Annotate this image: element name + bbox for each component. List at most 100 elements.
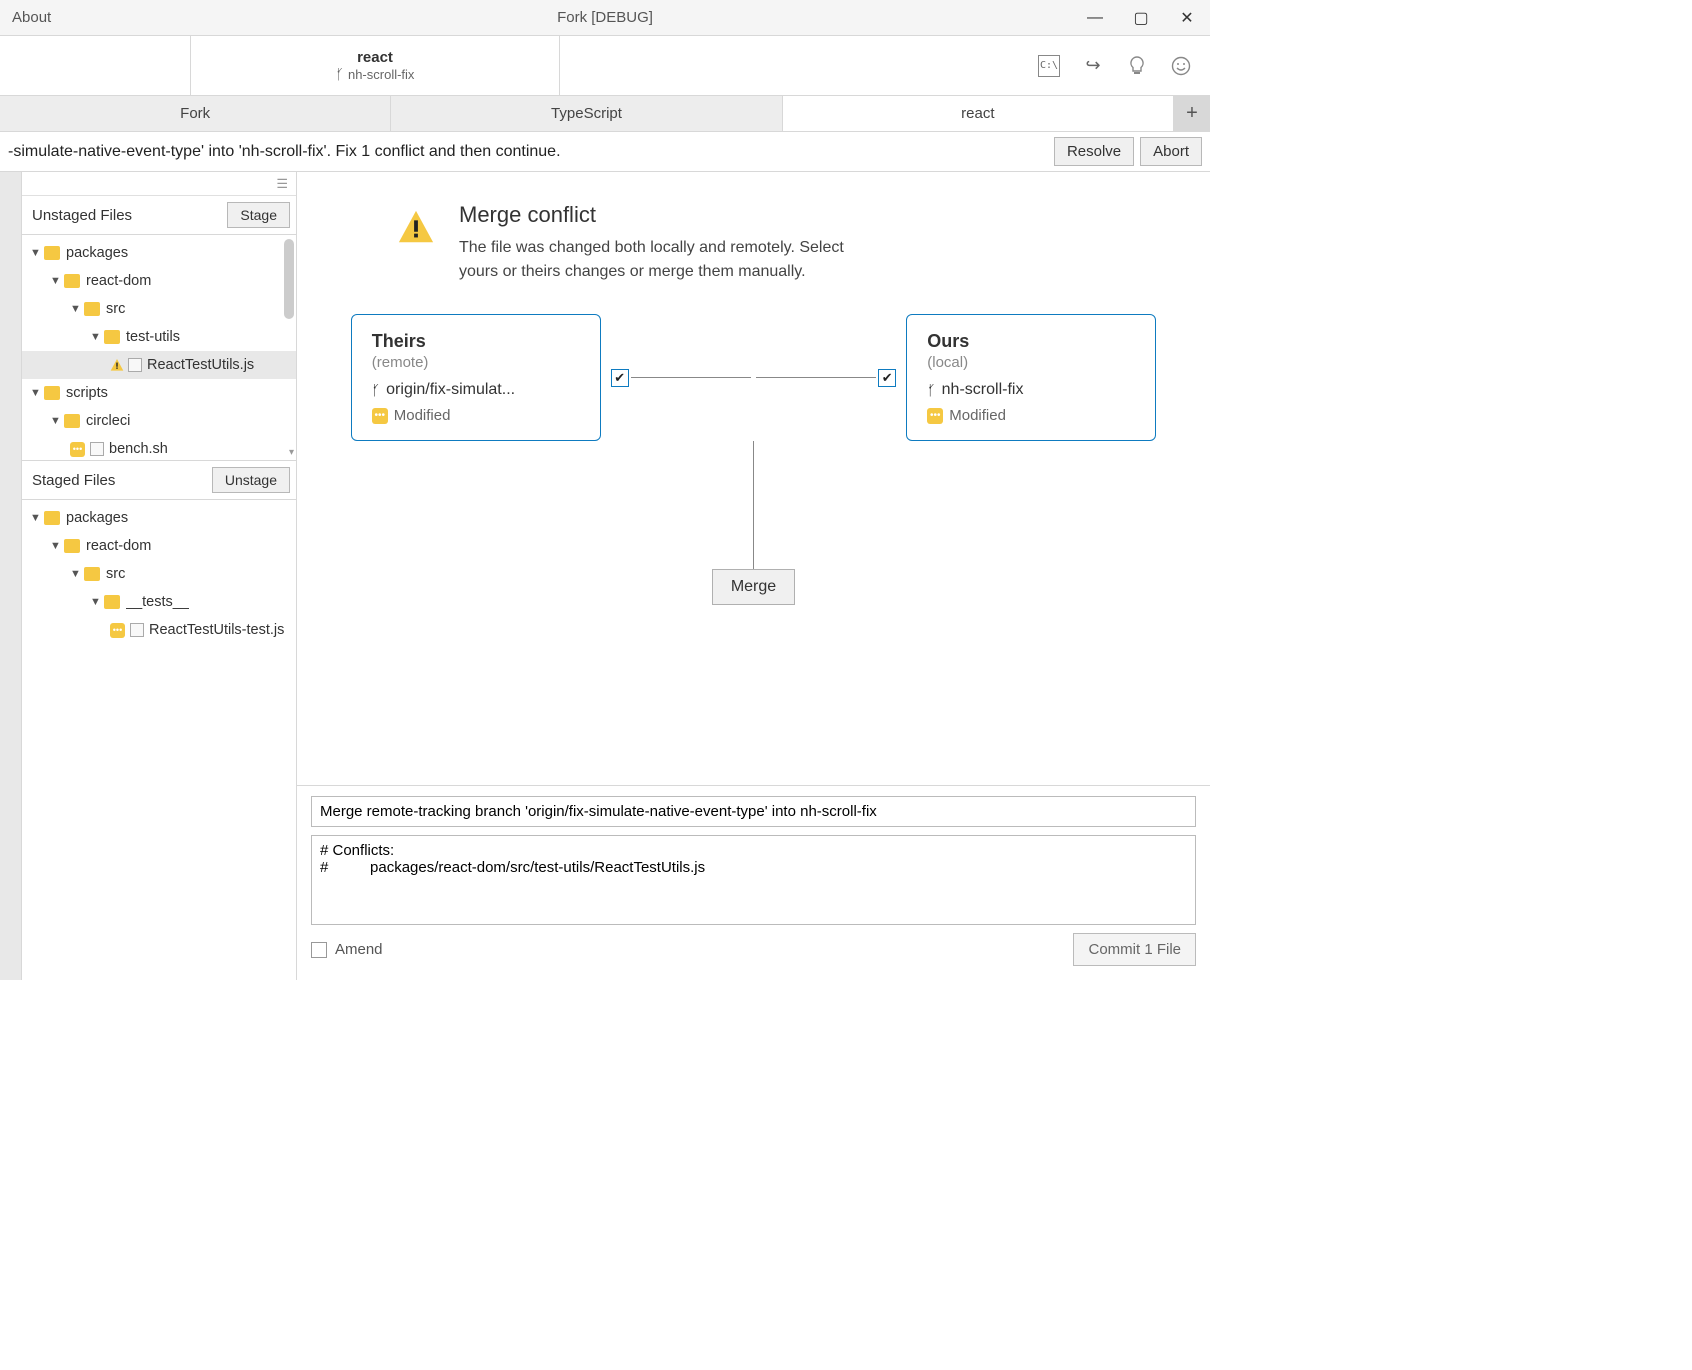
tree-file[interactable]: ReactTestUtils.js (22, 351, 296, 379)
folder-icon (64, 274, 80, 288)
modified-icon: ••• (110, 623, 125, 638)
caret-down-icon: ▼ (50, 275, 64, 287)
staged-tree[interactable]: ▼ packages ▼ react-dom ▼ src ▼__tests__ ••• Reac… (22, 500, 296, 980)
folder-icon (44, 511, 60, 525)
file-icon (128, 358, 142, 372)
caret-down-icon: ▼ (50, 415, 64, 427)
unstage-button[interactable]: Unstage (212, 467, 290, 493)
ours-branch: ᚶ nh-scroll-fix (927, 381, 1135, 399)
staged-title: Staged Files (32, 472, 115, 489)
close-button[interactable]: ✕ (1164, 0, 1210, 36)
theirs-sub: (remote) (372, 354, 580, 371)
tree-label: src (106, 301, 125, 317)
merge-vertical-line (753, 441, 755, 571)
amend-checkbox[interactable]: Amend (311, 941, 383, 958)
amend-label: Amend (335, 941, 383, 958)
tree-folder[interactable]: ▼test-utils (22, 323, 296, 351)
merge-row: Theirs (remote) ᚶ origin/fix-simulat... … (317, 314, 1190, 441)
file-icon (90, 442, 104, 456)
add-tab-button[interactable]: + (1174, 96, 1210, 131)
repo-header: react ᚶ nh-scroll-fix C:\ ↪ (0, 36, 1210, 96)
commit-body-input[interactable] (311, 835, 1196, 925)
tree-folder[interactable]: ▼scripts (22, 379, 296, 407)
folder-icon (104, 595, 120, 609)
branch-icon: ᚶ (372, 382, 380, 398)
conflict-paragraph: The file was changed both locally and re… (459, 236, 879, 284)
about-menu[interactable]: About (0, 9, 63, 26)
ours-title: Ours (927, 331, 1135, 352)
tree-label: src (106, 566, 125, 582)
ours-status-label: Modified (949, 407, 1006, 424)
theirs-checkbox[interactable]: ✔ (611, 369, 629, 387)
theirs-status-label: Modified (394, 407, 451, 424)
modified-icon: ••• (372, 408, 388, 424)
current-branch: ᚶ nh-scroll-fix (336, 66, 415, 82)
merge-banner: -simulate-native-event-type' into 'nh-sc… (0, 132, 1210, 172)
titlebar: About Fork [DEBUG] — ▢ ✕ (0, 0, 1210, 36)
tree-folder[interactable]: ▼__tests__ (22, 588, 296, 616)
folder-icon (64, 414, 80, 428)
folder-icon (44, 246, 60, 260)
commit-button[interactable]: Commit 1 File (1073, 933, 1196, 966)
file-icon (130, 623, 144, 637)
maximize-button[interactable]: ▢ (1118, 0, 1164, 36)
tree-file[interactable]: ••• ReactTestUtils-test.js (22, 616, 296, 644)
caret-down-icon: ▼ (70, 303, 84, 315)
ours-branch-label: nh-scroll-fix (942, 381, 1024, 399)
tree-folder[interactable]: ▼ packages (22, 239, 296, 267)
tree-folder[interactable]: ▼ react-dom (22, 267, 296, 295)
feedback-icon[interactable] (1170, 55, 1192, 77)
resolve-button[interactable]: Resolve (1054, 137, 1134, 166)
ours-card[interactable]: Ours (local) ᚶ nh-scroll-fix ••• Modifie… (906, 314, 1156, 441)
minimize-button[interactable]: — (1072, 0, 1118, 36)
scrollbar-thumb[interactable] (284, 239, 294, 319)
tree-label: bench.sh (109, 441, 168, 457)
caret-down-icon: ▼ (30, 512, 44, 524)
caret-down-icon: ▼ (30, 247, 44, 259)
unstaged-header: Unstaged Files Stage (22, 196, 296, 235)
folder-icon (44, 386, 60, 400)
commit-subject-input[interactable] (311, 796, 1196, 827)
caret-down-icon: ▼ (50, 540, 64, 552)
tree-label: packages (66, 510, 128, 526)
filter-bar[interactable]: ☰ (22, 172, 296, 196)
modified-icon: ••• (70, 442, 85, 457)
repo-tab[interactable]: react ᚶ nh-scroll-fix (190, 36, 560, 95)
tree-folder[interactable]: ▼ src (22, 560, 296, 588)
tree-folder[interactable]: ▼ packages (22, 504, 296, 532)
tree-label: test-utils (126, 329, 180, 345)
checkbox-icon[interactable] (311, 942, 327, 958)
tab-typescript[interactable]: TypeScript (391, 96, 782, 131)
tab-fork[interactable]: Fork (0, 96, 391, 131)
tree-label: react-dom (86, 273, 151, 289)
terminal-icon[interactable]: C:\ (1038, 55, 1060, 77)
commit-footer: Amend Commit 1 File (311, 933, 1196, 966)
ours-sub: (local) (927, 354, 1135, 371)
warning-icon (397, 208, 435, 246)
redo-icon[interactable]: ↪ (1082, 55, 1104, 77)
tree-folder[interactable]: ▼ src (22, 295, 296, 323)
tree-label: ReactTestUtils.js (147, 357, 254, 373)
tree-label: packages (66, 245, 128, 261)
left-rail (0, 172, 22, 980)
abort-button[interactable]: Abort (1140, 137, 1202, 166)
scroll-down-icon[interactable]: ▾ (289, 447, 294, 458)
stage-button[interactable]: Stage (227, 202, 290, 228)
tree-file[interactable]: ••• bench.sh (22, 435, 296, 460)
bulb-icon[interactable] (1126, 55, 1148, 77)
unstaged-tree[interactable]: ▼packages▼react-dom▼src▼test-utilsReactT… (22, 235, 296, 460)
tab-react[interactable]: react (783, 96, 1174, 131)
caret-down-icon: ▼ (70, 568, 84, 580)
repo-tabs-row: Fork TypeScript react + (0, 96, 1210, 132)
merge-button[interactable]: Merge (712, 569, 795, 605)
tree-label: react-dom (86, 538, 151, 554)
folder-icon (84, 302, 100, 316)
ours-checkbox[interactable]: ✔ (878, 369, 896, 387)
tree-label: ReactTestUtils-test.js (149, 622, 284, 638)
theirs-card[interactable]: Theirs (remote) ᚶ origin/fix-simulat... … (351, 314, 601, 441)
tree-folder[interactable]: ▼ react-dom (22, 532, 296, 560)
merge-line-left (631, 377, 751, 379)
file-panel: ☰ Unstaged Files Stage ▼ packages ▼ react-d… (22, 172, 297, 980)
tree-folder[interactable]: ▼circleci (22, 407, 296, 435)
tree-label: __tests__ (126, 594, 189, 610)
